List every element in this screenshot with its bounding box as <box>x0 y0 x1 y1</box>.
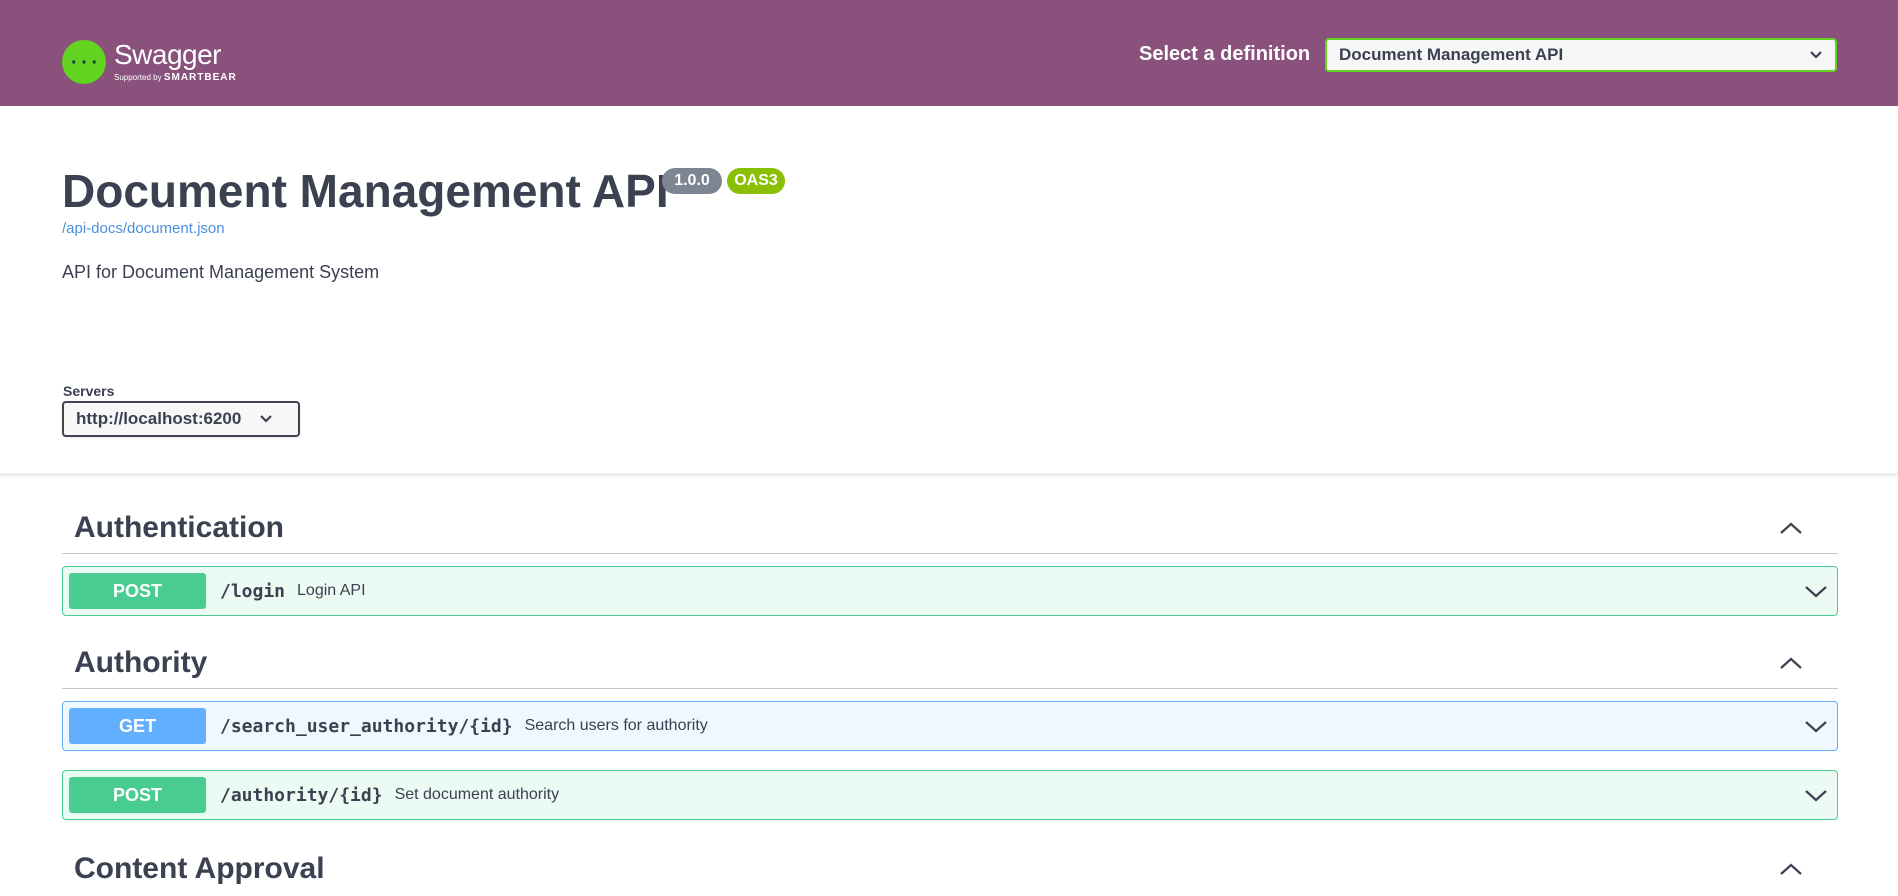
operation-path: /authority/{id} <box>220 784 383 806</box>
operation-path: /search_user_authority/{id} <box>220 715 513 737</box>
method-badge: POST <box>69 777 206 813</box>
operation-post-authority[interactable]: POST /authority/{id} Set document author… <box>62 770 1838 820</box>
operation-summary: Set document authority <box>394 786 560 803</box>
definition-label: Select a definition <box>1139 43 1311 65</box>
section-divider <box>0 473 1898 475</box>
method-badge: GET <box>69 708 206 744</box>
chevron-down-icon <box>1810 51 1822 59</box>
operation-path: /login <box>220 580 286 602</box>
logo-subtitle: Supported by SMARTBEAR <box>114 72 237 83</box>
definition-select[interactable]: Document Management API <box>1325 38 1837 72</box>
chevron-down-icon[interactable] <box>1803 714 1829 740</box>
chevron-down-icon[interactable] <box>1803 783 1829 809</box>
method-badge: POST <box>69 573 206 609</box>
page-title: Document Management API <box>62 165 669 217</box>
swagger-logo[interactable]: {···} Swagger Supported by SMARTBEAR <box>62 40 237 90</box>
spec-link[interactable]: /api-docs/document.json <box>62 220 225 237</box>
oas-badge: OAS3 <box>727 168 785 194</box>
servers-selected-value: http://localhost:6200 <box>76 409 242 428</box>
operation-summary: Search users for authority <box>524 717 708 734</box>
operation-get-search-user-authority[interactable]: GET /search_user_authority/{id} Search u… <box>62 701 1838 751</box>
tag-title: Authority <box>74 645 208 679</box>
definition-selected-value: Document Management API <box>1339 45 1564 64</box>
operation-summary: Login API <box>297 582 366 599</box>
tag-title: Authentication <box>74 510 284 544</box>
tag-title: Content Approval <box>74 852 325 885</box>
chevron-up-icon[interactable] <box>1776 513 1806 543</box>
tag-section-content-approval[interactable]: Content Approval <box>62 843 1838 895</box>
chevron-down-icon <box>260 415 273 423</box>
logo-title: Swagger <box>114 39 222 70</box>
tag-section-authentication[interactable]: Authentication <box>62 502 1838 554</box>
swagger-logo-icon: {···} <box>62 40 106 84</box>
api-description: API for Document Management System <box>62 262 380 282</box>
operation-post-login[interactable]: POST /login Login API <box>62 566 1838 616</box>
tag-section-authority[interactable]: Authority <box>62 637 1838 689</box>
topbar: {···} Swagger Supported by SMARTBEAR Sel… <box>0 0 1898 106</box>
chevron-down-icon[interactable] <box>1803 579 1829 605</box>
servers-select[interactable]: http://localhost:6200 <box>62 401 300 437</box>
chevron-up-icon[interactable] <box>1776 648 1806 678</box>
svg-text:{···}: {···} <box>69 53 99 73</box>
version-badge: 1.0.0 <box>662 168 722 194</box>
chevron-up-icon[interactable] <box>1776 854 1806 884</box>
servers-label: Servers <box>63 383 115 399</box>
